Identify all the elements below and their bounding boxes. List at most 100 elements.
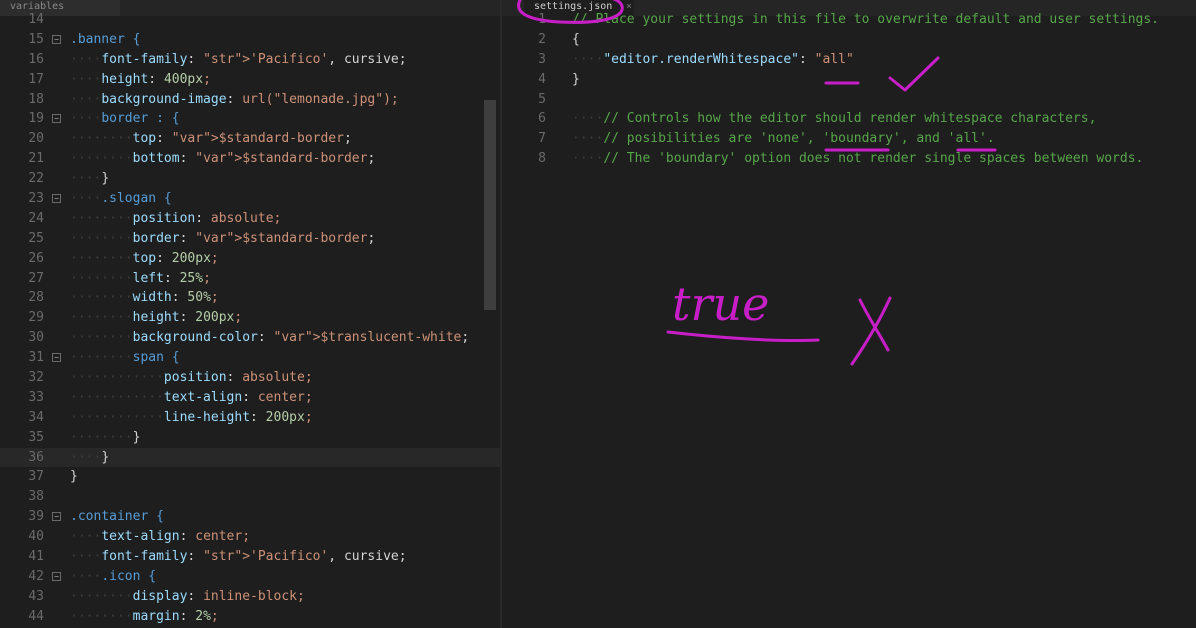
code-line[interactable]: 7 ····// posibilities are 'none', 'bounda… <box>502 129 1196 149</box>
code-line[interactable]: 26 ········top: 200px; <box>0 249 500 269</box>
line-number: 30 <box>28 330 44 346</box>
line-number: 14 <box>28 12 44 27</box>
code-text: ····// The 'boundary' option does not re… <box>572 151 1144 167</box>
code-line[interactable]: 40 ····text-align: center; <box>0 527 500 547</box>
vertical-scrollbar[interactable] <box>484 100 496 310</box>
code-line[interactable]: 4} <box>502 70 1196 90</box>
left-editor-pane[interactable]: variables 14 15− .banner {16 ····font-famil… <box>0 0 500 628</box>
code-line[interactable]: 25 ········border: "var">$standard-border… <box>0 229 500 249</box>
code-text: ········position: absolute; <box>70 210 282 226</box>
code-line[interactable]: 6 ····// Controls how the editor should r… <box>502 109 1196 129</box>
fold-toggle-icon[interactable]: − <box>52 353 61 363</box>
line-number: 2 <box>538 31 546 47</box>
code-text: ····.icon { <box>70 568 157 584</box>
line-number: 29 <box>28 310 44 326</box>
right-editor-pane[interactable]: settings.json × 1// Place your settings … <box>502 0 1196 628</box>
code-line[interactable]: 20 ········top: "var">$standard-border; <box>0 129 500 149</box>
line-number: 4 <box>538 71 546 87</box>
code-text: .container { <box>70 509 164 525</box>
code-text: ····// Controls how the editor should re… <box>572 111 1097 127</box>
code-line[interactable]: 1 // Place your settings in this file to … <box>502 10 1196 30</box>
line-number: 27 <box>28 270 44 286</box>
fold-toggle-icon[interactable]: − <box>52 194 61 204</box>
code-text: ········span { <box>70 350 180 366</box>
line-number: 33 <box>28 389 44 405</box>
code-line[interactable]: 33 ············text-align: center; <box>0 388 500 408</box>
line-number: 34 <box>28 409 44 425</box>
line-number: 7 <box>538 131 546 147</box>
code-text: } <box>70 469 78 485</box>
fold-toggle-icon[interactable]: − <box>52 114 61 124</box>
code-line[interactable]: 39− .container { <box>0 507 500 527</box>
code-line[interactable]: 15− .banner { <box>0 30 500 50</box>
line-number: 43 <box>28 588 44 604</box>
line-number: 8 <box>538 151 546 167</box>
code-line[interactable]: 43 ········display: inline-block; <box>0 587 500 607</box>
code-line[interactable]: 23− ····.slogan { <box>0 189 500 209</box>
line-number: 21 <box>28 151 44 167</box>
line-number: 44 <box>28 608 44 624</box>
line-number: 32 <box>28 370 44 386</box>
code-line[interactable]: 44 ········margin: 2%; <box>0 607 500 627</box>
code-line[interactable]: 21 ········bottom: "var">$standard-border… <box>0 149 500 169</box>
line-number: 41 <box>28 549 44 565</box>
code-line[interactable]: 19− ····border : { <box>0 109 500 129</box>
line-number: 36 <box>28 449 44 465</box>
code-text: ····} <box>70 171 110 187</box>
code-line[interactable]: 38 <box>0 487 500 507</box>
code-line[interactable]: 29 ········height: 200px; <box>0 308 500 328</box>
code-text: ····background-image: url("lemonade.jpg"… <box>70 91 399 107</box>
line-number: 37 <box>28 469 44 485</box>
code-text: ····height: 400px; <box>70 71 211 87</box>
line-number: 18 <box>28 91 44 107</box>
code-text: ········bottom: "var">$standard-border; <box>70 151 376 167</box>
code-line[interactable]: 36 ····} <box>0 447 500 468</box>
line-number: 1 <box>538 12 546 27</box>
code-line[interactable]: 31− ········span { <box>0 348 500 368</box>
code-text: ····font-family: "str">'Pacifico', cursi… <box>70 51 407 67</box>
code-line[interactable]: 27 ········left: 25%; <box>0 269 500 289</box>
code-line[interactable]: 24 ········position: absolute; <box>0 209 500 229</box>
code-line[interactable]: 17 ····height: 400px; <box>0 70 500 90</box>
code-line[interactable]: 34 ············line-height: 200px; <box>0 408 500 428</box>
line-number: 19 <box>28 111 44 127</box>
fold-toggle-icon[interactable]: − <box>52 571 61 581</box>
line-number: 5 <box>538 91 546 107</box>
left-code-lines[interactable]: 14 15− .banner {16 ····font-family: "str">'… <box>0 10 500 627</box>
line-number: 25 <box>28 230 44 246</box>
line-number: 40 <box>28 529 44 545</box>
line-number: 38 <box>28 489 44 505</box>
code-text: ····"editor.renderWhitespace": "all" <box>572 51 854 67</box>
code-line[interactable]: 32 ············position: absolute; <box>0 368 500 388</box>
line-number: 17 <box>28 71 44 87</box>
code-text: } <box>572 71 580 87</box>
code-line[interactable]: 42− ····.icon { <box>0 567 500 587</box>
code-line[interactable]: 30 ········background-color: "var">$trans… <box>0 328 500 348</box>
code-line[interactable]: 28 ········width: 50%; <box>0 288 500 308</box>
code-text: ············position: absolute; <box>70 370 313 386</box>
code-line[interactable]: 2{ <box>502 30 1196 50</box>
code-text: ········border: "var">$standard-border; <box>70 230 376 246</box>
code-text: ········top: 200px; <box>70 250 219 266</box>
code-line[interactable]: 5 <box>502 90 1196 110</box>
line-number: 20 <box>28 131 44 147</box>
code-line[interactable]: 14 <box>0 10 500 30</box>
line-number: 3 <box>538 51 546 67</box>
code-line[interactable]: 37} <box>0 467 500 487</box>
code-text: ········} <box>70 429 141 445</box>
code-line[interactable]: 18 ····background-image: url("lemonade.jp… <box>0 90 500 110</box>
line-number: 35 <box>28 429 44 445</box>
code-text: ············line-height: 200px; <box>70 409 313 425</box>
fold-toggle-icon[interactable]: − <box>52 512 61 522</box>
code-line[interactable]: 35 ········} <box>0 428 500 448</box>
line-number: 6 <box>538 111 546 127</box>
fold-toggle-icon[interactable]: − <box>52 34 61 44</box>
code-line[interactable]: 8 ····// The 'boundary' option does not r… <box>502 149 1196 169</box>
line-number: 31 <box>28 350 44 366</box>
code-line[interactable]: 16 ····font-family: "str">'Pacifico', cur… <box>0 50 500 70</box>
right-code-lines[interactable]: 1 // Place your settings in this file to … <box>502 10 1196 169</box>
code-line[interactable]: 3 ····"editor.renderWhitespace": "all" <box>502 50 1196 70</box>
code-line[interactable]: 41 ····font-family: "str">'Pacifico', cur… <box>0 547 500 567</box>
line-number: 28 <box>28 290 44 306</box>
code-line[interactable]: 22 ····} <box>0 169 500 189</box>
